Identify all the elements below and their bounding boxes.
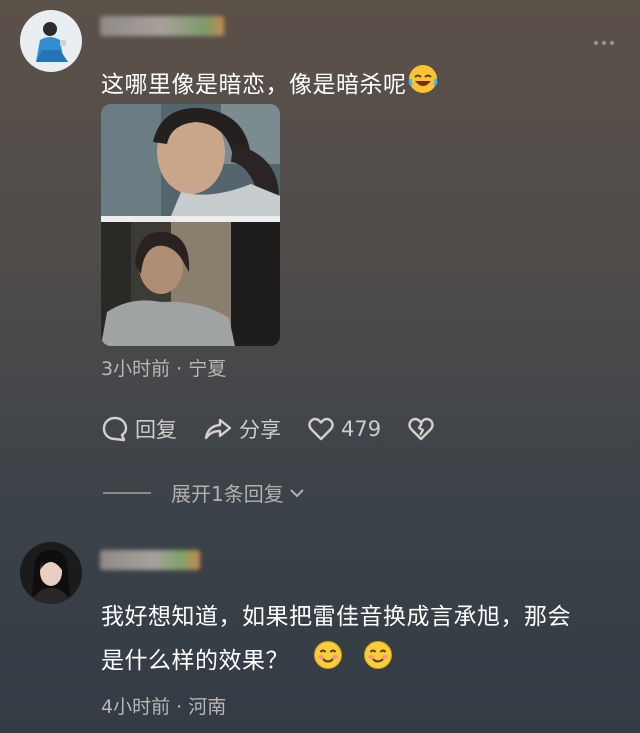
comment-text: 我好想知道，如果把雷佳音换成言承旭，那会 是什么样的效果？ — [101, 597, 631, 683]
comment-2: 我好想知道，如果把雷佳音换成言承旭，那会 是什么样的效果？ 4小时前 · 河南 — [0, 0, 640, 733]
blush-emoji — [363, 640, 393, 683]
comment-meta: 4小时前 · 河南 — [101, 696, 227, 718]
blush-emoji — [313, 640, 343, 683]
username[interactable] — [100, 550, 200, 570]
comment-line-2: 是什么样的效果？ — [101, 648, 289, 674]
comment-line-1: 我好想知道，如果把雷佳音换成言承旭，那会 — [101, 604, 571, 630]
avatar[interactable] — [20, 542, 82, 604]
